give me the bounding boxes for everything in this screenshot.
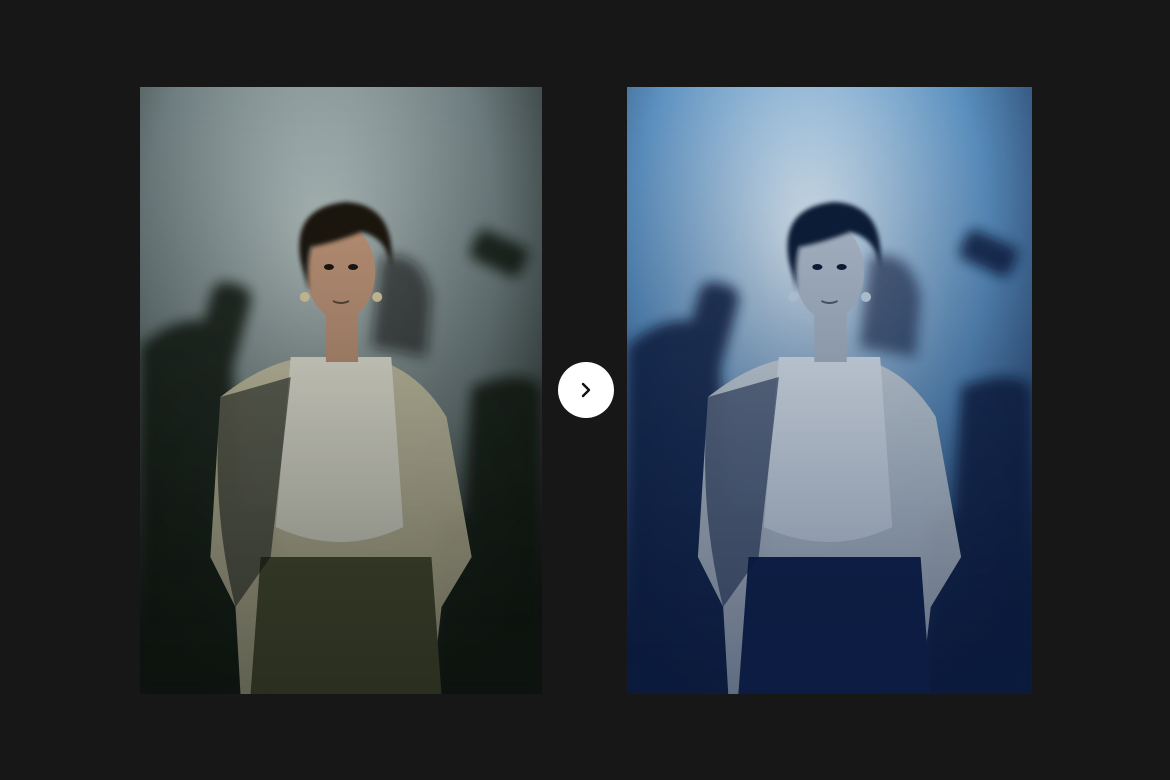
compare-arrow-button[interactable]: [558, 362, 614, 418]
chevron-right-icon: [581, 382, 591, 398]
after-photo: [627, 87, 1032, 694]
before-photo: [140, 87, 542, 694]
